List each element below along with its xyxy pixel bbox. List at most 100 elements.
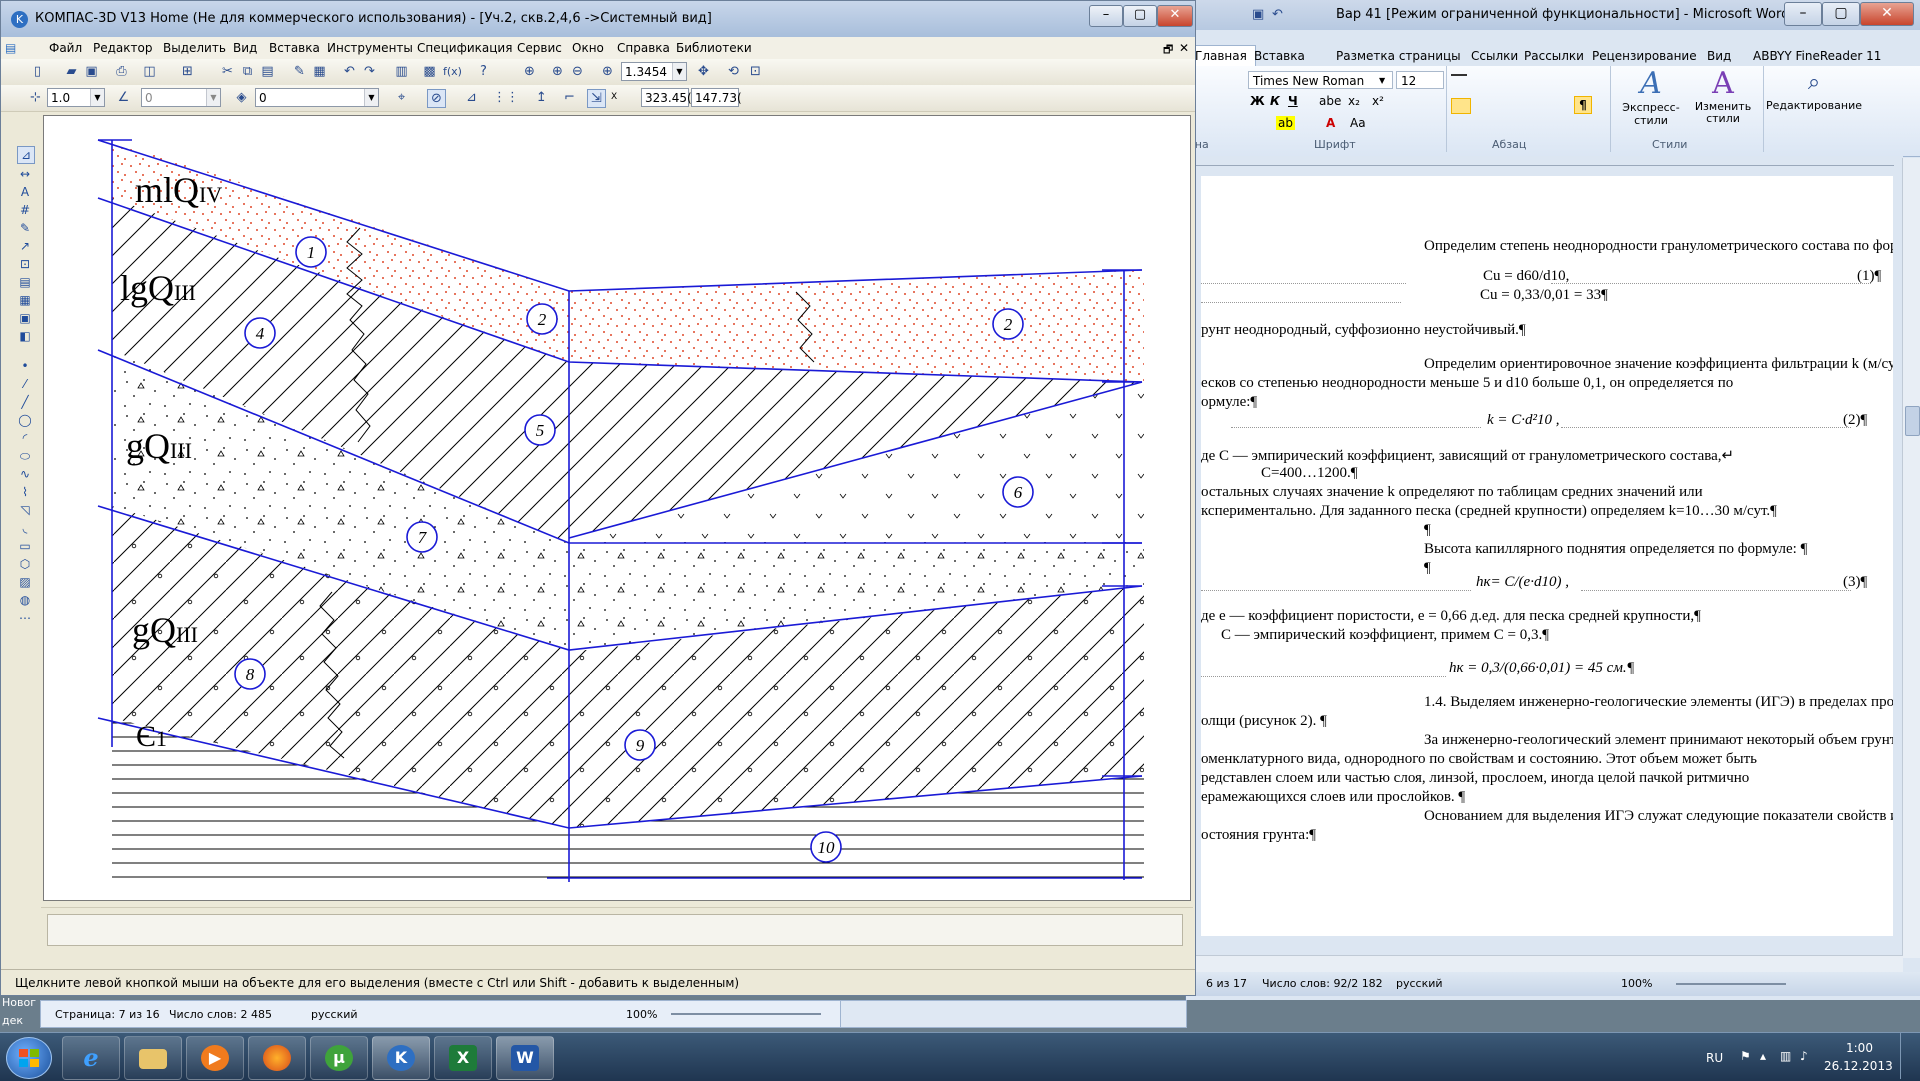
snap-icon[interactable]: ⊘: [427, 89, 446, 108]
highlight-icon[interactable]: ab: [1276, 116, 1295, 130]
tab-references[interactable]: Ссылки: [1471, 49, 1518, 63]
taskbar-media-player[interactable]: ▶: [186, 1036, 244, 1080]
parametrization-tool-icon[interactable]: ✎: [17, 220, 33, 236]
kompas-close-button[interactable]: ✕: [1157, 5, 1193, 27]
properties-icon[interactable]: ✎: [291, 63, 308, 80]
ortho-mode-icon[interactable]: ⌐: [561, 89, 578, 106]
designations-tool-icon[interactable]: A: [17, 184, 33, 200]
underline-icon[interactable]: Ч: [1288, 94, 1298, 108]
word-status-page[interactable]: 6 из 17: [1206, 977, 1247, 990]
menu-specification[interactable]: Спецификация: [417, 41, 512, 55]
word-quick-save-icon[interactable]: ▣: [1252, 7, 1264, 22]
new-document-icon[interactable]: ▯: [29, 63, 46, 80]
bg-status-words[interactable]: Число слов: 2 485: [169, 1008, 272, 1021]
drawing-canvas[interactable]: mlQIV lgQIII gQIII gQIII Є1 1 2 2 4 5 6 …: [43, 115, 1191, 901]
font-name-dropdown-icon[interactable]: ▼: [1379, 71, 1393, 89]
segment-tool-icon[interactable]: ╱: [17, 394, 33, 410]
pan-icon[interactable]: ✥: [695, 63, 712, 80]
change-case-icon[interactable]: Aa: [1350, 116, 1366, 130]
express-styles-button[interactable]: A Экспресс-стили: [1610, 66, 1692, 127]
paste-icon[interactable]: ▤: [259, 63, 276, 80]
tab-abbyy[interactable]: ABBYY FineReader 11: [1753, 49, 1881, 63]
bold-icon[interactable]: Ж: [1250, 94, 1265, 108]
select-tool-icon[interactable]: ⊡: [17, 256, 33, 272]
insertions-tool-icon[interactable]: ▣: [17, 310, 33, 326]
word-document-page[interactable]: Определим степень неоднородности грануло…: [1201, 176, 1893, 936]
angle-icon[interactable]: ∠: [115, 89, 132, 106]
menu-window[interactable]: Окно: [572, 41, 604, 55]
grid-step-combo[interactable]: 1.0 ▼: [47, 88, 105, 107]
equidistant-tool-icon[interactable]: ⋯: [17, 610, 33, 626]
tab-mailings[interactable]: Рассылки: [1524, 49, 1584, 63]
editing-button[interactable]: ⌕ Редактирование: [1764, 66, 1864, 112]
doc-icon[interactable]: ▤: [5, 41, 16, 55]
tab-insert[interactable]: Вставка: [1254, 49, 1305, 63]
local-cs-icon[interactable]: ⌖: [393, 89, 410, 106]
start-button[interactable]: [6, 1037, 52, 1079]
zoom-scale-combo[interactable]: 1.3454 ▼: [621, 62, 687, 81]
undo-icon[interactable]: ↶: [341, 63, 358, 80]
word-minimize-button[interactable]: –: [1784, 2, 1822, 26]
font-name-combo[interactable]: Times New Roman: [1248, 71, 1390, 89]
word-zoom-slider[interactable]: [1676, 983, 1786, 985]
round-icon[interactable]: ↥: [533, 89, 550, 106]
open-icon[interactable]: ▰: [63, 63, 80, 80]
taskbar-firefox[interactable]: [248, 1036, 306, 1080]
change-styles-button[interactable]: A Изменить стили: [1686, 66, 1760, 125]
taskbar-excel[interactable]: X: [434, 1036, 492, 1080]
bg-status-page[interactable]: Страница: 7 из 16: [55, 1008, 160, 1021]
layer-combo[interactable]: 0 ▼: [255, 88, 379, 107]
variables-icon[interactable]: ▥: [393, 63, 410, 80]
menu-help[interactable]: Справка: [617, 41, 670, 55]
show-desktop-button[interactable]: [1900, 1033, 1919, 1079]
bg-zoom-slider[interactable]: [671, 1013, 821, 1015]
taskbar-explorer[interactable]: [124, 1036, 182, 1080]
zoom-in-icon[interactable]: ⊕: [549, 63, 566, 80]
print-icon[interactable]: ⎙: [113, 63, 130, 80]
tray-flag-icon[interactable]: ⚑: [1740, 1049, 1751, 1063]
tray-date[interactable]: 26.12.2013: [1824, 1059, 1893, 1073]
tray-volume-icon[interactable]: ♪: [1800, 1049, 1808, 1063]
word-quick-undo-icon[interactable]: ↶: [1272, 7, 1283, 22]
chevron-down-icon[interactable]: ▼: [90, 89, 104, 106]
align-left-icon[interactable]: [1451, 98, 1471, 114]
contour-tool-icon[interactable]: ◍: [17, 592, 33, 608]
word-maximize-button[interactable]: ▢: [1822, 2, 1860, 26]
menu-select[interactable]: Выделить: [163, 41, 226, 55]
manager-2-icon[interactable]: ▩: [421, 63, 438, 80]
ellipse-tool-icon[interactable]: ⬭: [17, 448, 33, 464]
kompas-command-line[interactable]: [47, 914, 1183, 946]
arc-tool-icon[interactable]: ◜: [17, 430, 33, 446]
word-close-button[interactable]: ✕: [1860, 2, 1914, 26]
zoom-out-icon[interactable]: ⊖: [569, 63, 586, 80]
cursor-x-field[interactable]: 323.45(: [641, 88, 692, 107]
taskbar-internet-explorer[interactable]: e: [62, 1036, 120, 1080]
tray-language[interactable]: RU: [1706, 1051, 1723, 1065]
tray-arrow-icon[interactable]: ▴: [1760, 1049, 1766, 1063]
menu-service[interactable]: Сервис: [517, 41, 562, 55]
cursor-coords-icon[interactable]: ⇲: [587, 89, 606, 108]
function-icon[interactable]: f(x): [443, 63, 462, 80]
redo-icon[interactable]: ↷: [361, 63, 378, 80]
save-icon[interactable]: ▣: [83, 63, 100, 80]
font-color-icon[interactable]: A: [1326, 116, 1335, 130]
bg-status-zoom[interactable]: 100%: [626, 1008, 657, 1021]
edit-tool-icon[interactable]: #: [17, 202, 33, 218]
tab-page-layout[interactable]: Разметка страницы: [1336, 49, 1461, 63]
spec-tool-icon[interactable]: ▤: [17, 274, 33, 290]
show-all-icon[interactable]: ⊡: [747, 63, 764, 80]
polyline-tool-icon[interactable]: ⌇: [17, 484, 33, 500]
menu-insert[interactable]: Вставка: [269, 41, 320, 55]
word-horizontal-scrollbar[interactable]: [1186, 955, 1903, 973]
menu-editor[interactable]: Редактор: [93, 41, 152, 55]
chevron-down-icon[interactable]: ▼: [672, 63, 686, 80]
taskbar-kompas[interactable]: K: [372, 1036, 430, 1080]
library-icon[interactable]: ▦: [311, 63, 328, 80]
pilcrow-icon[interactable]: ¶: [1574, 96, 1592, 114]
menu-tools[interactable]: Инструменты: [327, 41, 413, 55]
cursor-y-field[interactable]: 147.73(: [691, 88, 742, 107]
help-pointer-icon[interactable]: ?: [475, 63, 492, 80]
doc-close-icon[interactable]: ✕: [1179, 41, 1189, 55]
bg-status-lang[interactable]: русский: [311, 1008, 358, 1021]
cut-icon[interactable]: ✂: [219, 63, 236, 80]
